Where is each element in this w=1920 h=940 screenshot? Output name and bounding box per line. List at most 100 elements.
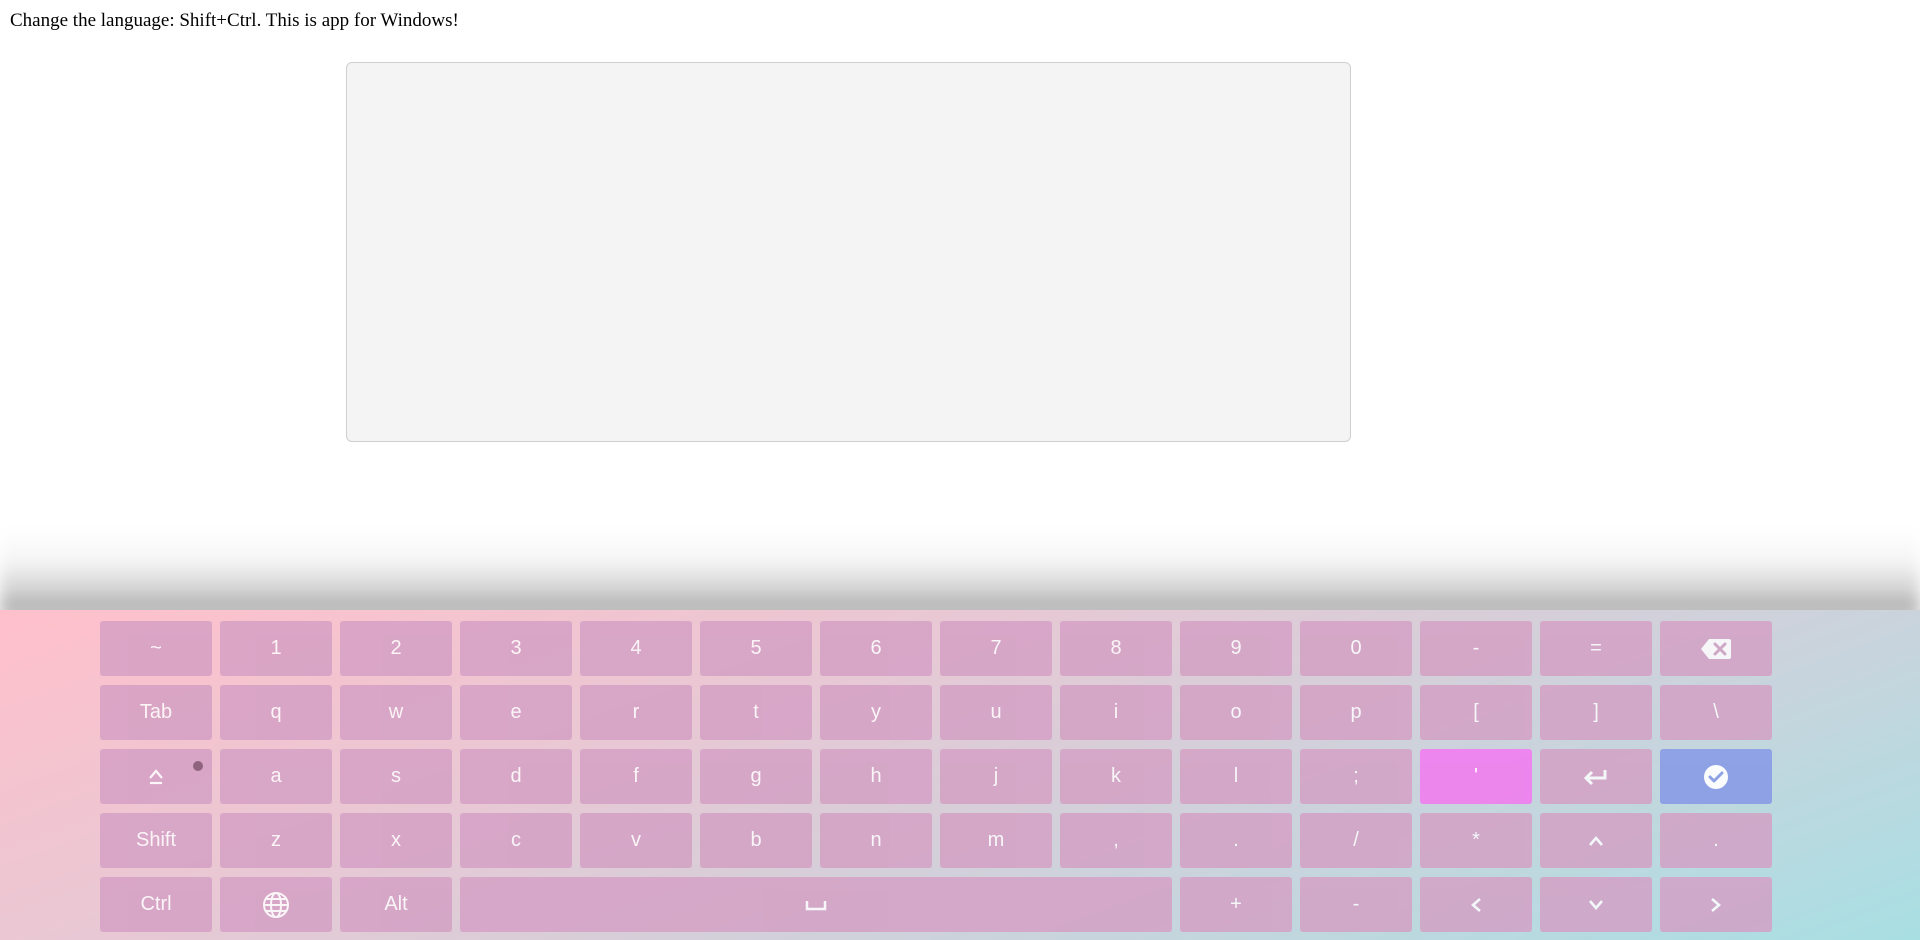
key-6[interactable]: 6 — [820, 621, 932, 676]
key-label: - — [1472, 637, 1480, 659]
key-label: a — [270, 765, 282, 787]
key-g[interactable]: g — [700, 749, 812, 804]
key-0[interactable]: 0 — [1300, 621, 1412, 676]
enter-key[interactable] — [1540, 749, 1652, 804]
key-o[interactable]: o — [1180, 685, 1292, 740]
key-r[interactable]: r — [580, 685, 692, 740]
key-minus[interactable]: - — [1420, 621, 1532, 676]
check-circle-icon — [1703, 764, 1729, 790]
key-label: Tab — [139, 701, 173, 723]
key-bracket-right[interactable]: ] — [1540, 685, 1652, 740]
enter-icon — [1583, 767, 1609, 787]
backspace-key[interactable] — [1660, 621, 1772, 676]
key-ctrl[interactable]: Ctrl — [100, 877, 212, 932]
key-tilde[interactable]: ~ — [100, 621, 212, 676]
caps-lock-icon — [147, 768, 165, 786]
arrow-left-key[interactable] — [1420, 877, 1532, 932]
key-asterisk[interactable]: * — [1420, 813, 1532, 868]
arrow-down-key[interactable] — [1540, 877, 1652, 932]
backspace-icon — [1700, 638, 1732, 660]
key-label: o — [1230, 701, 1242, 723]
key-v[interactable]: v — [580, 813, 692, 868]
key-shift[interactable]: Shift — [100, 813, 212, 868]
key-plus[interactable]: + — [1180, 877, 1292, 932]
chevron-left-icon — [1470, 896, 1482, 914]
key-label: 9 — [1230, 637, 1242, 659]
key-u[interactable]: u — [940, 685, 1052, 740]
key-i[interactable]: i — [1060, 685, 1172, 740]
key-label: 3 — [510, 637, 522, 659]
key-p[interactable]: p — [1300, 685, 1412, 740]
key-s[interactable]: s — [340, 749, 452, 804]
key-label: / — [1353, 829, 1359, 851]
key-7[interactable]: 7 — [940, 621, 1052, 676]
key-period[interactable]: . — [1180, 813, 1292, 868]
key-1[interactable]: 1 — [220, 621, 332, 676]
chevron-right-icon — [1710, 896, 1722, 914]
key-w[interactable]: w — [340, 685, 452, 740]
key-bracket-left[interactable]: [ — [1420, 685, 1532, 740]
key-quote[interactable]: ' — [1420, 749, 1532, 804]
key-4[interactable]: 4 — [580, 621, 692, 676]
key-f[interactable]: f — [580, 749, 692, 804]
key-numpad-minus[interactable]: - — [1300, 877, 1412, 932]
key-label: 2 — [390, 637, 402, 659]
key-label: 5 — [750, 637, 762, 659]
key-label: c — [511, 829, 521, 851]
instruction-text: Change the language: Shift+Ctrl. This is… — [10, 10, 459, 31]
key-z[interactable]: z — [220, 813, 332, 868]
key-y[interactable]: y — [820, 685, 932, 740]
key-label: j — [993, 765, 999, 787]
key-semicolon[interactable]: ; — [1300, 749, 1412, 804]
key-label: ~ — [150, 637, 162, 659]
done-key[interactable] — [1660, 749, 1772, 804]
key-equals[interactable]: = — [1540, 621, 1652, 676]
key-e[interactable]: e — [460, 685, 572, 740]
key-label: Shift — [135, 829, 177, 851]
key-alt[interactable]: Alt — [340, 877, 452, 932]
key-label: y — [871, 701, 881, 723]
key-label: n — [870, 829, 882, 851]
key-label: = — [1590, 637, 1602, 659]
key-d[interactable]: d — [460, 749, 572, 804]
key-label: z — [271, 829, 281, 851]
key-l[interactable]: l — [1180, 749, 1292, 804]
key-b[interactable]: b — [700, 813, 812, 868]
key-q[interactable]: q — [220, 685, 332, 740]
key-j[interactable]: j — [940, 749, 1052, 804]
key-label: m — [987, 829, 1005, 851]
key-label: ' — [1474, 765, 1478, 787]
key-tab[interactable]: Tab — [100, 685, 212, 740]
key-a[interactable]: a — [220, 749, 332, 804]
key-8[interactable]: 8 — [1060, 621, 1172, 676]
arrow-up-key[interactable] — [1540, 813, 1652, 868]
key-9[interactable]: 9 — [1180, 621, 1292, 676]
key-label: e — [510, 701, 522, 723]
language-key[interactable] — [220, 877, 332, 932]
key-5[interactable]: 5 — [700, 621, 812, 676]
key-backslash[interactable]: \ — [1660, 685, 1772, 740]
key-h[interactable]: h — [820, 749, 932, 804]
key-c[interactable]: c — [460, 813, 572, 868]
key-m[interactable]: m — [940, 813, 1052, 868]
key-t[interactable]: t — [700, 685, 812, 740]
space-key[interactable] — [460, 877, 1172, 932]
key-k[interactable]: k — [1060, 749, 1172, 804]
key-label: v — [631, 829, 641, 851]
key-x[interactable]: x — [340, 813, 452, 868]
caps-lock-key[interactable] — [100, 749, 212, 804]
key-3[interactable]: 3 — [460, 621, 572, 676]
key-label: + — [1230, 893, 1242, 915]
key-n[interactable]: n — [820, 813, 932, 868]
key-label: [ — [1473, 701, 1479, 723]
arrow-right-key[interactable] — [1660, 877, 1772, 932]
key-label: w — [388, 701, 404, 723]
key-comma[interactable]: , — [1060, 813, 1172, 868]
key-label: ; — [1353, 765, 1359, 787]
key-dot[interactable]: . — [1660, 813, 1772, 868]
key-slash[interactable]: / — [1300, 813, 1412, 868]
text-input-area[interactable] — [346, 62, 1351, 442]
key-label: x — [391, 829, 401, 851]
key-label: . — [1233, 829, 1239, 851]
key-2[interactable]: 2 — [340, 621, 452, 676]
